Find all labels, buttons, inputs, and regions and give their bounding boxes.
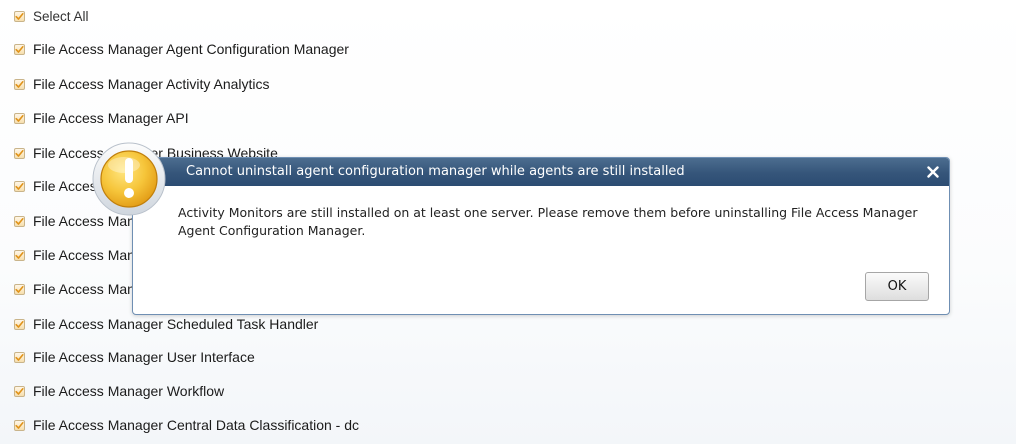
list-item[interactable]: File Access Manager Central Data Classif… bbox=[14, 415, 359, 435]
select-all-label: Select All bbox=[33, 8, 89, 24]
checkbox-checked-icon[interactable] bbox=[14, 385, 25, 397]
list-item[interactable]: File Access Manager Activity Analytics bbox=[14, 74, 270, 94]
checkbox-checked-icon[interactable] bbox=[14, 351, 25, 363]
list-item-label: File Access Manager Activity Analytics bbox=[33, 76, 270, 92]
checkbox-checked-icon[interactable] bbox=[14, 249, 25, 261]
list-item[interactable]: File Access Manager API bbox=[14, 108, 189, 128]
close-button[interactable] bbox=[923, 162, 943, 182]
checkbox-checked-icon[interactable] bbox=[14, 43, 25, 55]
checkbox-checked-icon[interactable] bbox=[14, 112, 25, 124]
list-item-label: File Access Manager Central Data Classif… bbox=[33, 417, 360, 433]
checkbox-checked-icon[interactable] bbox=[14, 215, 25, 227]
ok-button[interactable]: OK bbox=[865, 272, 929, 301]
checkbox-checked-icon[interactable] bbox=[14, 419, 25, 431]
list-item[interactable]: File Access Manager User Interface bbox=[14, 347, 255, 367]
list-item[interactable]: File Access Manager Agent Configuration … bbox=[14, 39, 349, 59]
dialog-title-bar[interactable]: Cannot uninstall agent configuration man… bbox=[133, 158, 949, 186]
checkbox-checked-icon[interactable] bbox=[14, 318, 25, 330]
list-item[interactable]: File Access Manager Workflow bbox=[14, 381, 224, 401]
list-item-label: File Access Manager API bbox=[33, 110, 189, 126]
list-item-label: File Access Manager Workflow bbox=[33, 383, 225, 399]
dialog-message: Activity Monitors are still installed on… bbox=[178, 205, 918, 238]
checkbox-checked-icon[interactable] bbox=[14, 283, 25, 295]
list-item-label: File Access Manager User Interface bbox=[33, 349, 255, 365]
list-item-label: File Access Manager Agent Configuration … bbox=[33, 41, 349, 57]
checkbox-checked-icon[interactable] bbox=[14, 180, 25, 192]
checkbox-checked-icon[interactable] bbox=[14, 10, 25, 22]
close-icon bbox=[927, 166, 939, 178]
error-dialog: Cannot uninstall agent configuration man… bbox=[132, 157, 950, 315]
list-item-label: File Access Manager Scheduled Task Handl… bbox=[33, 316, 319, 332]
warning-icon bbox=[92, 142, 166, 216]
dialog-title: Cannot uninstall agent configuration man… bbox=[186, 164, 685, 179]
list-item[interactable]: File Access Manager Scheduled Task Handl… bbox=[14, 314, 318, 334]
checkbox-checked-icon[interactable] bbox=[14, 78, 25, 90]
checkbox-checked-icon[interactable] bbox=[14, 147, 25, 159]
select-all-checkbox[interactable]: Select All bbox=[14, 6, 89, 26]
